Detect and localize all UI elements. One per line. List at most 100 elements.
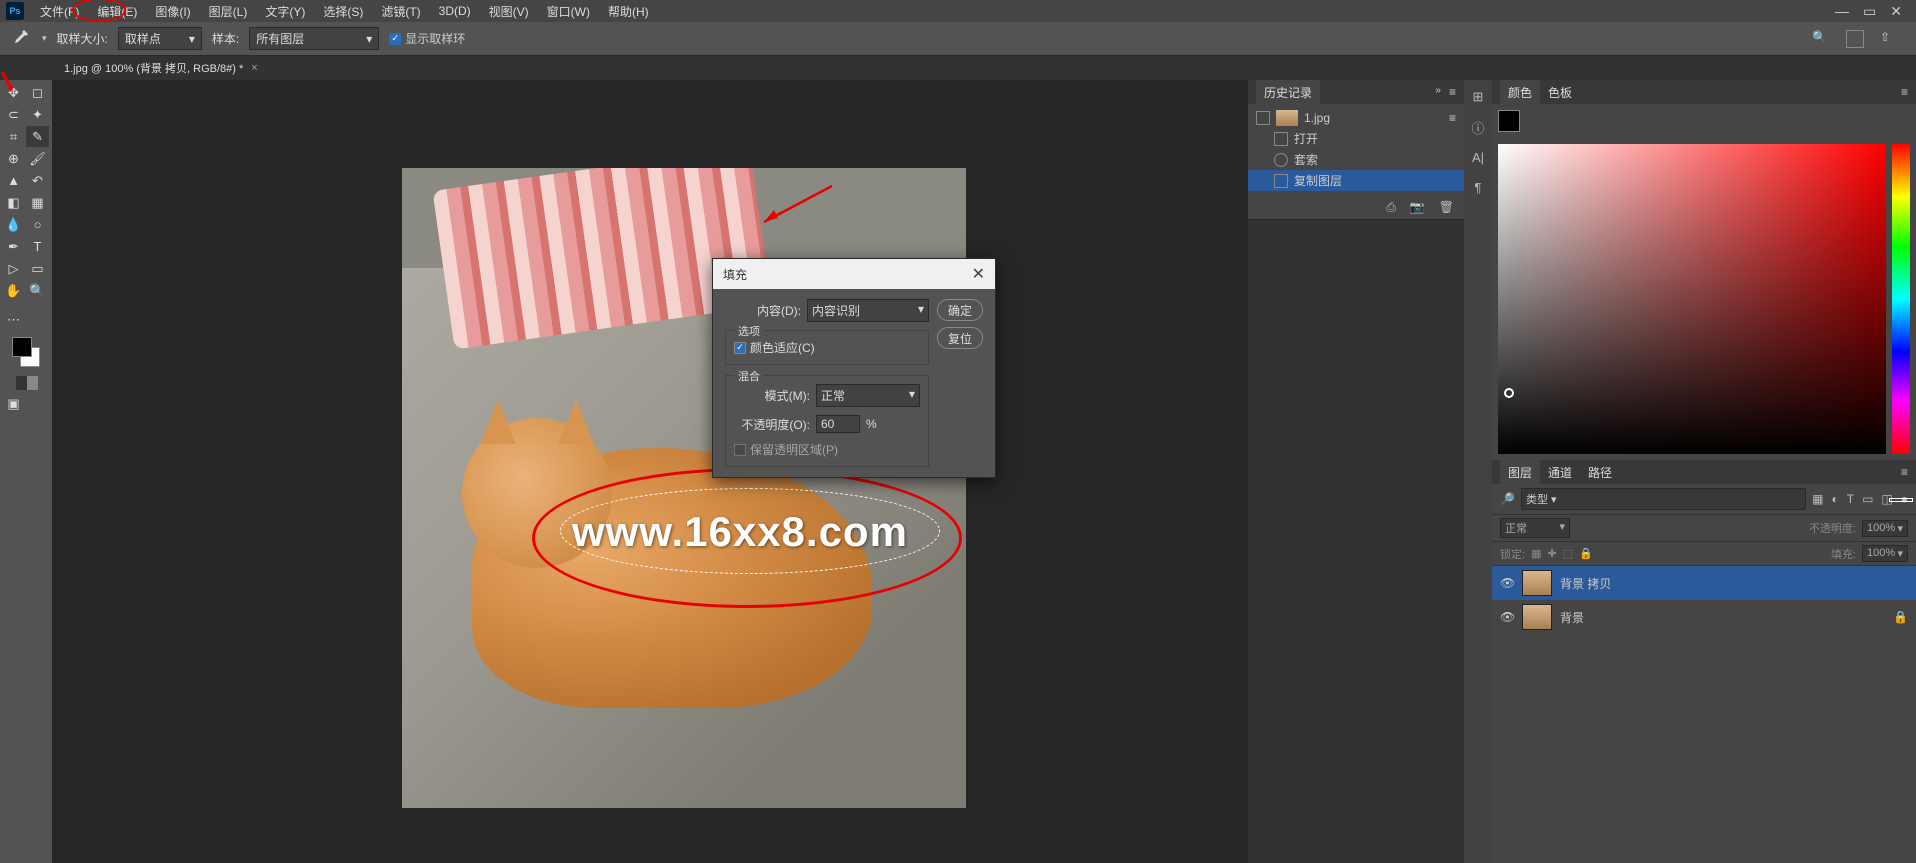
swatches-tab[interactable]: 色板	[1540, 80, 1580, 105]
panel-menu-icon[interactable]: ≡	[1449, 85, 1456, 99]
hue-slider[interactable]	[1892, 144, 1910, 454]
lasso-tool-icon[interactable]: ⊂	[2, 104, 25, 125]
menu-file[interactable]: 文件(F)	[32, 0, 87, 23]
paragraph-icon[interactable]: ¶	[1469, 178, 1487, 196]
chevron-down-icon[interactable]: ▾	[42, 33, 47, 44]
dialog-titlebar[interactable]: 填充 ✕	[713, 259, 995, 289]
move-tool-icon[interactable]: ✥	[2, 82, 25, 103]
menu-view[interactable]: 视图(V)	[481, 0, 537, 23]
dodge-tool-icon[interactable]: ○	[26, 214, 49, 235]
eraser-tool-icon[interactable]: ◧	[2, 192, 25, 213]
history-tab[interactable]: 历史记录	[1256, 80, 1320, 105]
filter-shape-icon[interactable]: ▭	[1862, 492, 1873, 506]
eye-icon[interactable]: 👁	[1500, 610, 1514, 624]
preserve-trans-checkbox[interactable]: 保留透明区域(P)	[734, 441, 920, 458]
menu-help[interactable]: 帮助(H)	[600, 0, 657, 23]
pen-tool-icon[interactable]: ✒	[2, 236, 25, 257]
close-icon[interactable]: ×	[251, 62, 257, 74]
gradient-tool-icon[interactable]: ▦	[26, 192, 49, 213]
layer-fill-select[interactable]: 100%▾	[1862, 545, 1908, 562]
text-tool-icon[interactable]: T	[26, 236, 49, 257]
color-adapt-checkbox[interactable]: ✓颜色适应(C)	[734, 339, 920, 356]
layers-tab[interactable]: 图层	[1500, 460, 1540, 485]
layer-item[interactable]: 👁 背景 🔒	[1492, 600, 1916, 634]
layer-filter-select[interactable]: 类型 ▾	[1521, 488, 1806, 510]
canvas[interactable]: www.16xx8.com 填充 ✕ 内容(D): 内容识别▾	[52, 80, 1248, 863]
info-icon[interactable]: ⓘ	[1469, 118, 1487, 136]
document-tab[interactable]: 1.jpg @ 100% (背景 拷贝, RGB/8#) * ×	[54, 55, 268, 80]
history-item[interactable]: 复制图层	[1248, 170, 1464, 191]
show-ring-checkbox[interactable]: ✓显示取样环	[389, 30, 465, 47]
lock-pixels-icon[interactable]: ▦	[1531, 547, 1541, 560]
mode-select[interactable]: 正常▾	[816, 384, 920, 407]
sample-size-select[interactable]: 取样点▾	[118, 27, 202, 50]
hand-tool-icon[interactable]: ✋	[2, 280, 25, 301]
shape-tool-icon[interactable]: ▭	[26, 258, 49, 279]
path-tool-icon[interactable]: ▷	[2, 258, 25, 279]
stamp-tool-icon[interactable]: ▲	[2, 170, 25, 191]
brush-tool-icon[interactable]: 🖌	[26, 148, 49, 169]
history-item[interactable]: 套索	[1248, 149, 1464, 170]
filter-adjust-icon[interactable]: ◐	[1831, 492, 1838, 506]
collapse-icon[interactable]: »	[1435, 85, 1441, 99]
color-tab[interactable]: 颜色	[1500, 80, 1540, 105]
reset-button[interactable]: 复位	[937, 327, 983, 349]
window-minimize-icon[interactable]: —	[1835, 3, 1849, 20]
color-swatch-icon[interactable]	[1498, 110, 1520, 132]
blend-mode-select[interactable]: 正常▾	[1500, 518, 1570, 538]
menu-window[interactable]: 窗口(W)	[539, 0, 598, 23]
ok-button[interactable]: 确定	[937, 299, 983, 321]
history-brush-tool-icon[interactable]: ↶	[26, 170, 49, 191]
filter-pixel-icon[interactable]: ▦	[1812, 492, 1823, 506]
panel-menu-icon[interactable]: ≡	[1449, 111, 1456, 125]
crop-tool-icon[interactable]: ⌗	[2, 126, 25, 147]
new-doc-icon[interactable]: ⎙	[1386, 200, 1396, 215]
paths-tab[interactable]: 路径	[1580, 460, 1620, 485]
trash-icon[interactable]: 🗑	[1439, 200, 1454, 214]
snapshot-icon[interactable]: 📷	[1410, 200, 1425, 214]
opacity-input[interactable]	[816, 415, 860, 433]
window-close-icon[interactable]: ✕	[1890, 3, 1902, 20]
lock-artboard-icon[interactable]: ⬚	[1563, 547, 1573, 560]
search-icon[interactable]: 🔍	[1812, 30, 1830, 48]
healing-tool-icon[interactable]: ⊕	[2, 148, 25, 169]
color-field[interactable]	[1498, 144, 1886, 454]
menu-type[interactable]: 文字(Y)	[257, 0, 313, 23]
menu-select[interactable]: 选择(S)	[315, 0, 371, 23]
sample-select[interactable]: 所有图层▾	[249, 27, 379, 50]
menu-filter[interactable]: 滤镜(T)	[373, 0, 428, 23]
eyedropper-tool-icon[interactable]	[10, 28, 32, 50]
panel-menu-icon[interactable]: ≡	[1901, 465, 1908, 479]
share-icon[interactable]: ⇧	[1880, 30, 1898, 48]
eye-icon[interactable]: 👁	[1500, 576, 1514, 590]
marquee-tool-icon[interactable]: ◻	[26, 82, 49, 103]
layer-item[interactable]: 👁 背景 拷贝	[1492, 566, 1916, 600]
channels-tab[interactable]: 通道	[1540, 460, 1580, 485]
lock-all-icon[interactable]: 🔒	[1579, 547, 1593, 560]
filter-text-icon[interactable]: T	[1847, 492, 1854, 506]
color-swatch[interactable]	[12, 337, 40, 367]
menu-image[interactable]: 图像(I)	[147, 0, 198, 23]
layer-opacity-select[interactable]: 100%▾	[1862, 520, 1908, 537]
quickmask-icon[interactable]	[16, 376, 38, 390]
menu-3d[interactable]: 3D(D)	[431, 1, 479, 21]
screen-mode-icon[interactable]: ▣	[2, 393, 25, 414]
workspace-icon[interactable]	[1846, 30, 1864, 48]
panel-menu-icon[interactable]: ≡	[1901, 85, 1908, 99]
window-restore-icon[interactable]: ▭	[1863, 3, 1876, 20]
magic-wand-tool-icon[interactable]: ✦	[26, 104, 49, 125]
history-item[interactable]: 打开	[1248, 128, 1464, 149]
lock-position-icon[interactable]: ✚	[1547, 547, 1556, 560]
eyedropper-tool-icon[interactable]: ✎	[26, 126, 49, 147]
content-select[interactable]: 内容识别▾	[807, 299, 929, 322]
zoom-tool-icon[interactable]: 🔍	[26, 280, 49, 301]
character-icon[interactable]: A|	[1469, 148, 1487, 166]
blur-tool-icon[interactable]: 💧	[2, 214, 25, 235]
history-source[interactable]: 1.jpg ≡	[1248, 108, 1464, 128]
menu-layer[interactable]: 图层(L)	[201, 0, 256, 23]
menu-edit[interactable]: 编辑(E)	[89, 0, 145, 23]
close-icon[interactable]: ✕	[972, 264, 985, 284]
foreground-color[interactable]	[12, 337, 32, 357]
guide-icon[interactable]: ⊞	[1469, 88, 1487, 106]
edit-toolbar-icon[interactable]: ⋯	[2, 309, 25, 330]
